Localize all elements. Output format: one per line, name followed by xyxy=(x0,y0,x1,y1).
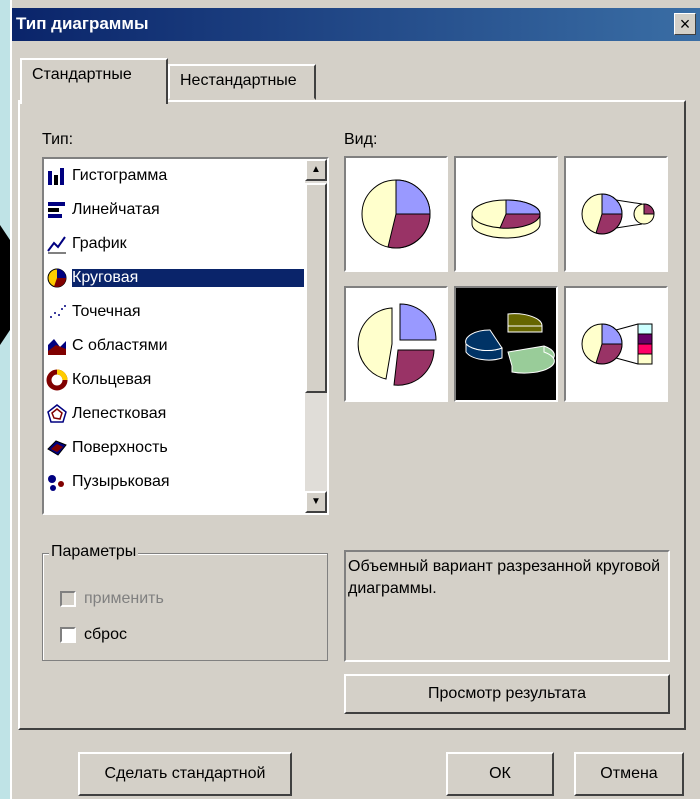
parameters-legend: Параметры xyxy=(49,543,139,561)
make-default-button[interactable]: Сделать стандартной xyxy=(78,752,292,796)
view-bar-of-pie[interactable] xyxy=(564,286,668,402)
list-item[interactable]: Гистограмма xyxy=(46,159,304,193)
list-item[interactable]: Лепестковая xyxy=(46,397,304,431)
type-label-text: Тип: xyxy=(42,131,74,148)
apply-label: применить xyxy=(84,590,164,607)
type-label: Тип: xyxy=(42,131,73,149)
chart-description: Объемный вариант разрезанной круговой ди… xyxy=(344,550,670,662)
list-item-label: Поверхность xyxy=(72,439,168,456)
view-exploded-pie-3d[interactable] xyxy=(454,286,558,402)
ok-button[interactable]: ОК xyxy=(446,752,554,796)
chart-type-list[interactable]: Гистограмма Линейчатая График Круговая Т… xyxy=(42,157,329,515)
area-chart-icon xyxy=(48,339,66,355)
line-chart-icon xyxy=(47,236,66,254)
list-item[interactable]: График xyxy=(46,227,304,261)
pie-of-pie-view-icon xyxy=(581,193,655,235)
scroll-thumb[interactable] xyxy=(305,183,327,393)
list-item-label: Пузырьковая xyxy=(72,473,170,490)
list-item[interactable]: Линейчатая xyxy=(46,193,304,227)
scroll-up-button[interactable]: ▲ xyxy=(305,159,327,181)
scroll-down-button[interactable]: ▼ xyxy=(305,491,327,513)
list-item-label: Кольцевая xyxy=(72,371,152,388)
close-button[interactable]: × xyxy=(674,13,696,35)
list-item-label: Гистограмма xyxy=(72,167,168,184)
tab-custom[interactable]: Нестандартные xyxy=(168,64,316,100)
preview-button[interactable]: Просмотр результата xyxy=(344,674,670,714)
list-scrollbar[interactable]: ▲ ▼ xyxy=(305,159,327,513)
list-item[interactable]: Кольцевая xyxy=(46,363,304,397)
cancel-button[interactable]: Отмена xyxy=(574,752,684,796)
list-item[interactable]: Круговая xyxy=(46,261,304,295)
list-item[interactable]: Точечная xyxy=(46,295,304,329)
tab-standard[interactable]: Стандартные xyxy=(20,58,168,104)
view-pie-3d[interactable] xyxy=(454,156,558,272)
pie-view-icon xyxy=(361,179,431,249)
apply-checkbox[interactable] xyxy=(60,591,76,607)
dialog-title: Тип диаграммы xyxy=(16,14,149,33)
list-item-label: Точечная xyxy=(72,303,141,320)
scatter-chart-icon xyxy=(50,305,66,318)
list-item-label: С областями xyxy=(72,337,168,354)
bar-chart-icon xyxy=(48,202,65,218)
view-pie[interactable] xyxy=(344,156,448,272)
pie-chart-icon xyxy=(47,268,67,288)
title-bar: Тип диаграммы × xyxy=(12,8,700,41)
view-pie-of-pie[interactable] xyxy=(564,156,668,272)
list-item[interactable]: С областями xyxy=(46,329,304,363)
list-item[interactable]: Пузырьковая xyxy=(46,465,304,499)
bubble-chart-icon xyxy=(48,475,64,491)
list-item-label: График xyxy=(72,235,127,252)
list-item[interactable]: Поверхность xyxy=(46,431,304,465)
reset-label: сброс xyxy=(84,626,127,643)
doughnut-chart-icon xyxy=(46,369,68,391)
bar-of-pie-view-icon xyxy=(581,323,653,365)
list-item-label: Круговая xyxy=(72,269,304,287)
reset-checkbox[interactable] xyxy=(60,627,76,643)
view-label: Вид: xyxy=(344,131,377,149)
column-chart-icon xyxy=(48,168,64,185)
surface-chart-icon xyxy=(47,440,67,456)
exploded-pie-3d-view-icon xyxy=(465,313,555,374)
view-label-text: Вид: xyxy=(344,131,378,148)
list-item-label: Лепестковая xyxy=(72,405,167,422)
view-exploded-pie[interactable] xyxy=(344,286,448,402)
list-item-label: Линейчатая xyxy=(72,201,160,218)
pie-3d-view-icon xyxy=(471,199,541,239)
radar-chart-icon xyxy=(47,404,67,423)
exploded-pie-view-icon xyxy=(357,303,437,386)
